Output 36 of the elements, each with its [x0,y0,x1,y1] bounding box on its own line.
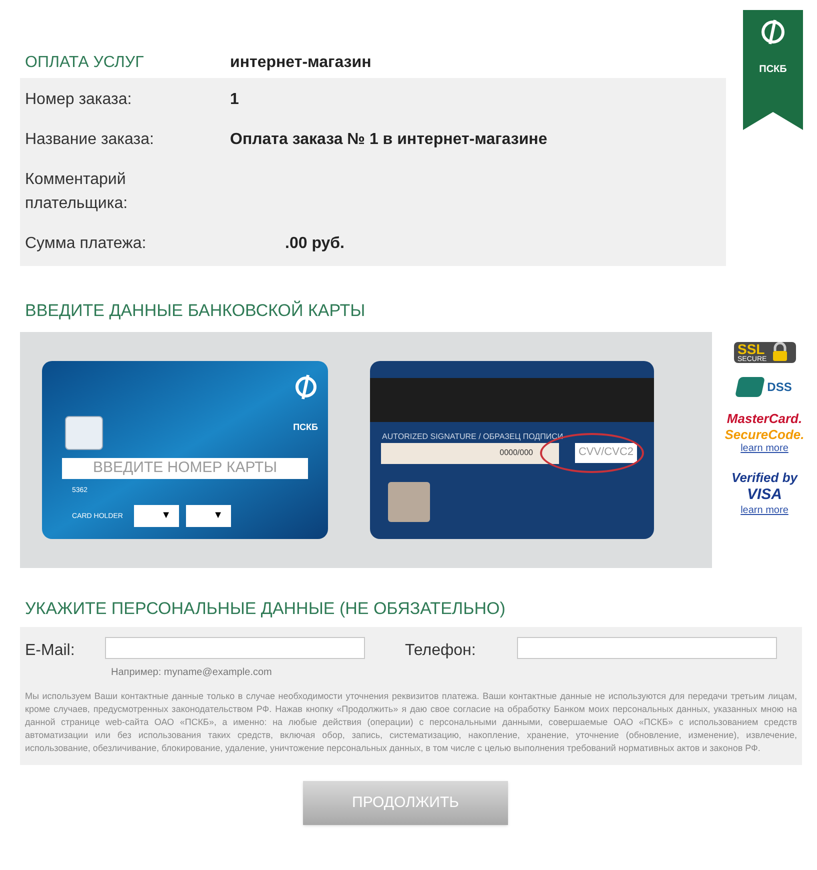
service-value: интернет-магазин [230,53,372,73]
order-field-value: Оплата заказа № 1 в интернет-магазине [230,130,548,150]
bank-emblem-icon [294,372,318,400]
visa-title: VISA [746,486,782,504]
learn-more-link[interactable]: learn more [740,443,788,456]
order-field-value: 1 [230,90,239,110]
verified-by-title: Verified by [732,470,798,486]
order-field-label: Комментарий плательщика: [25,170,129,214]
signature-label: AUTORIZED SIGNATURE / ОБРАЗЕЦ ПОДПИСИ [382,430,564,442]
consent-notice: Мы используем Ваши контактные данные только в случае необходимости уточнения реквизитов платежа. Ваши контактные данные не используются для передачи третьим лицам, кроме случаев, предусмотренных законодательством РФ. Нажав кнопку «Продолжить» я даю свое согласие на обработку Банком моих персональных данных, указанных мною на данной странице web-сайта ОАО «ПСКБ», а именно: на любые действия (операции) с персональными данными, совершаемые ОАО «ПСКБ» с использованием средств автоматизации или без использования таких средств, включая обор, запись, систематизацию, накопление, хранение, уточнение (обновление, изменение), извлечение, использование, обезличивание, блокирование, удаление, уничтожение персональных данных, в том числе с целью выполнения требований нормативных актов и законов РФ. [25,690,797,755]
order-field-label: Сумма платежа: [25,234,148,254]
bank-logo-text: ПСКБ [759,63,787,77]
chip-icon [65,416,103,450]
field-label: Телефон: [405,641,477,661]
order-field-label: Номер заказа: [25,90,133,110]
signature-code: 0000/000 [500,447,533,459]
expiry-select[interactable]: ▼ [134,504,179,526]
card-bank-name: ПСКБ [293,420,318,434]
padlock-icon [770,342,789,362]
card-section-title: ВВЕДИТЕ ДАННЫЕ БАНКОВСКОЙ КАРТЫ [24,300,366,322]
input-hint: Например: myname@example.com [110,666,273,680]
service-label: ОПЛАТА УСЛУГ [25,53,145,73]
text-input[interactable] [105,637,365,659]
personal-section-title: УКАЖИТЕ ПЕРСОНАЛЬНЫЕ ДАННЫЕ (НЕ ОБЯЗАТЕЛЬНО) [24,598,506,620]
pci-logo-icon [735,376,766,396]
pci-dss-label: DSS [767,378,792,396]
text-input[interactable] [517,637,777,659]
mastercard-title: MasterCard. [726,410,802,427]
order-field-value: .00 руб. [284,234,344,254]
order-field-label: Название заказа: [25,130,155,150]
learn-more-link[interactable]: learn more [740,504,788,517]
field-label: E-Mail: [25,641,76,661]
bank-emblem-icon [760,18,786,46]
ssl-title: SSL [738,342,765,356]
expiry-select[interactable]: ▼ [186,504,231,526]
securecode-title: SecureCode. [724,426,804,443]
